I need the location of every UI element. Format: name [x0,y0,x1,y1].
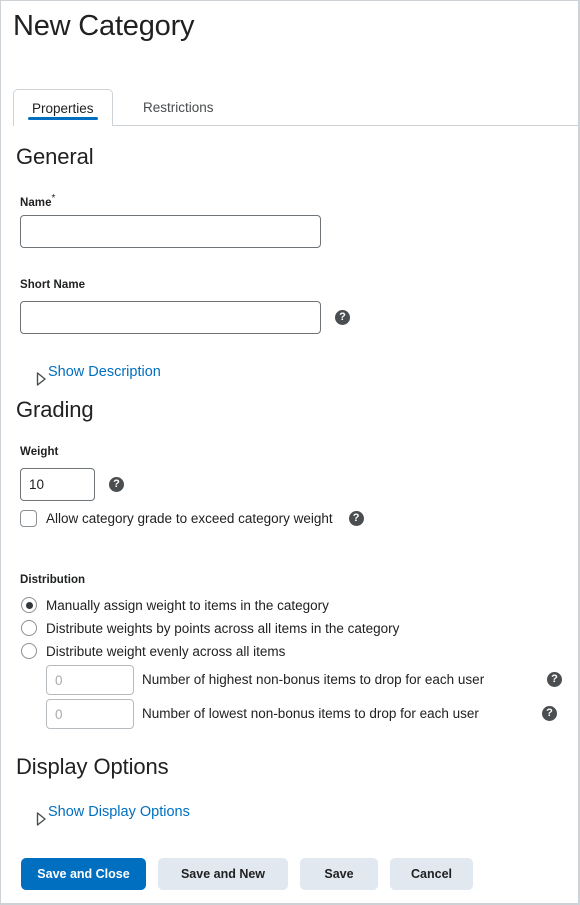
weight-input[interactable] [20,468,95,501]
weight-help-icon[interactable]: ? [109,477,124,492]
general-heading: General [16,144,94,169]
save-button[interactable]: Save [300,858,378,890]
distribution-option-manual-label: Manually assign weight to items in the c… [46,597,329,613]
show-description-toggle[interactable]: Show Description [27,364,161,386]
footer-button-bar: Save and Close Save and New Save Cancel [21,858,473,890]
distribution-option-manual[interactable]: Manually assign weight to items in the c… [21,597,329,613]
tab-bar: Properties Restrictions [13,89,578,126]
page-title: New Category [13,10,195,42]
distribution-option-by-points[interactable]: Distribute weights by points across all … [21,620,399,636]
drop-highest-help-icon[interactable]: ? [547,672,562,687]
tab-restrictions[interactable]: Restrictions [125,89,232,126]
triangle-right-icon [27,366,46,386]
drop-lowest-label: Number of lowest non-bonus items to drop… [142,706,479,721]
tab-restrictions-label: Restrictions [143,100,214,115]
radio-manual[interactable] [21,597,37,613]
save-and-close-button[interactable]: Save and Close [21,858,146,890]
drop-highest-input[interactable] [46,665,134,695]
tab-properties[interactable]: Properties [13,89,113,126]
distribution-option-evenly[interactable]: Distribute weight evenly across all item… [21,643,285,659]
exceed-weight-row: Allow category grade to exceed category … [20,510,364,527]
exceed-weight-help-icon[interactable]: ? [348,511,364,526]
show-display-options-toggle[interactable]: Show Display Options [27,804,190,826]
display-options-heading: Display Options [16,754,169,779]
drop-lowest-help-icon[interactable]: ? [542,706,557,721]
save-and-new-button[interactable]: Save and New [158,858,288,890]
short-name-label: Short Name [20,279,86,291]
radio-by-points[interactable] [21,620,37,636]
weight-label: Weight [20,446,59,458]
drop-lowest-input[interactable] [46,699,134,729]
distribution-option-by-points-label: Distribute weights by points across all … [46,620,400,636]
distribution-label: Distribution [20,574,86,586]
exceed-weight-checkbox[interactable] [20,510,37,527]
tab-properties-label: Properties [32,100,94,116]
cancel-button[interactable]: Cancel [390,858,473,890]
name-label: Name* [20,193,55,209]
exceed-weight-label: Allow category grade to exceed category … [46,511,333,526]
grading-heading: Grading [16,397,94,422]
required-marker: * [51,193,56,204]
short-name-help-icon[interactable]: ? [335,310,350,325]
new-category-page: New Category Properties Restrictions Gen… [0,0,580,905]
drop-highest-label: Number of highest non-bonus items to dro… [142,672,485,687]
short-name-input[interactable] [20,301,321,334]
show-description-label: Show Description [48,364,161,380]
triangle-right-icon [27,806,46,826]
distribution-option-evenly-label: Distribute weight evenly across all item… [46,643,286,659]
name-label-text: Name [20,196,52,209]
radio-evenly[interactable] [21,643,37,659]
show-display-options-label: Show Display Options [48,804,190,820]
name-input[interactable] [20,215,321,248]
